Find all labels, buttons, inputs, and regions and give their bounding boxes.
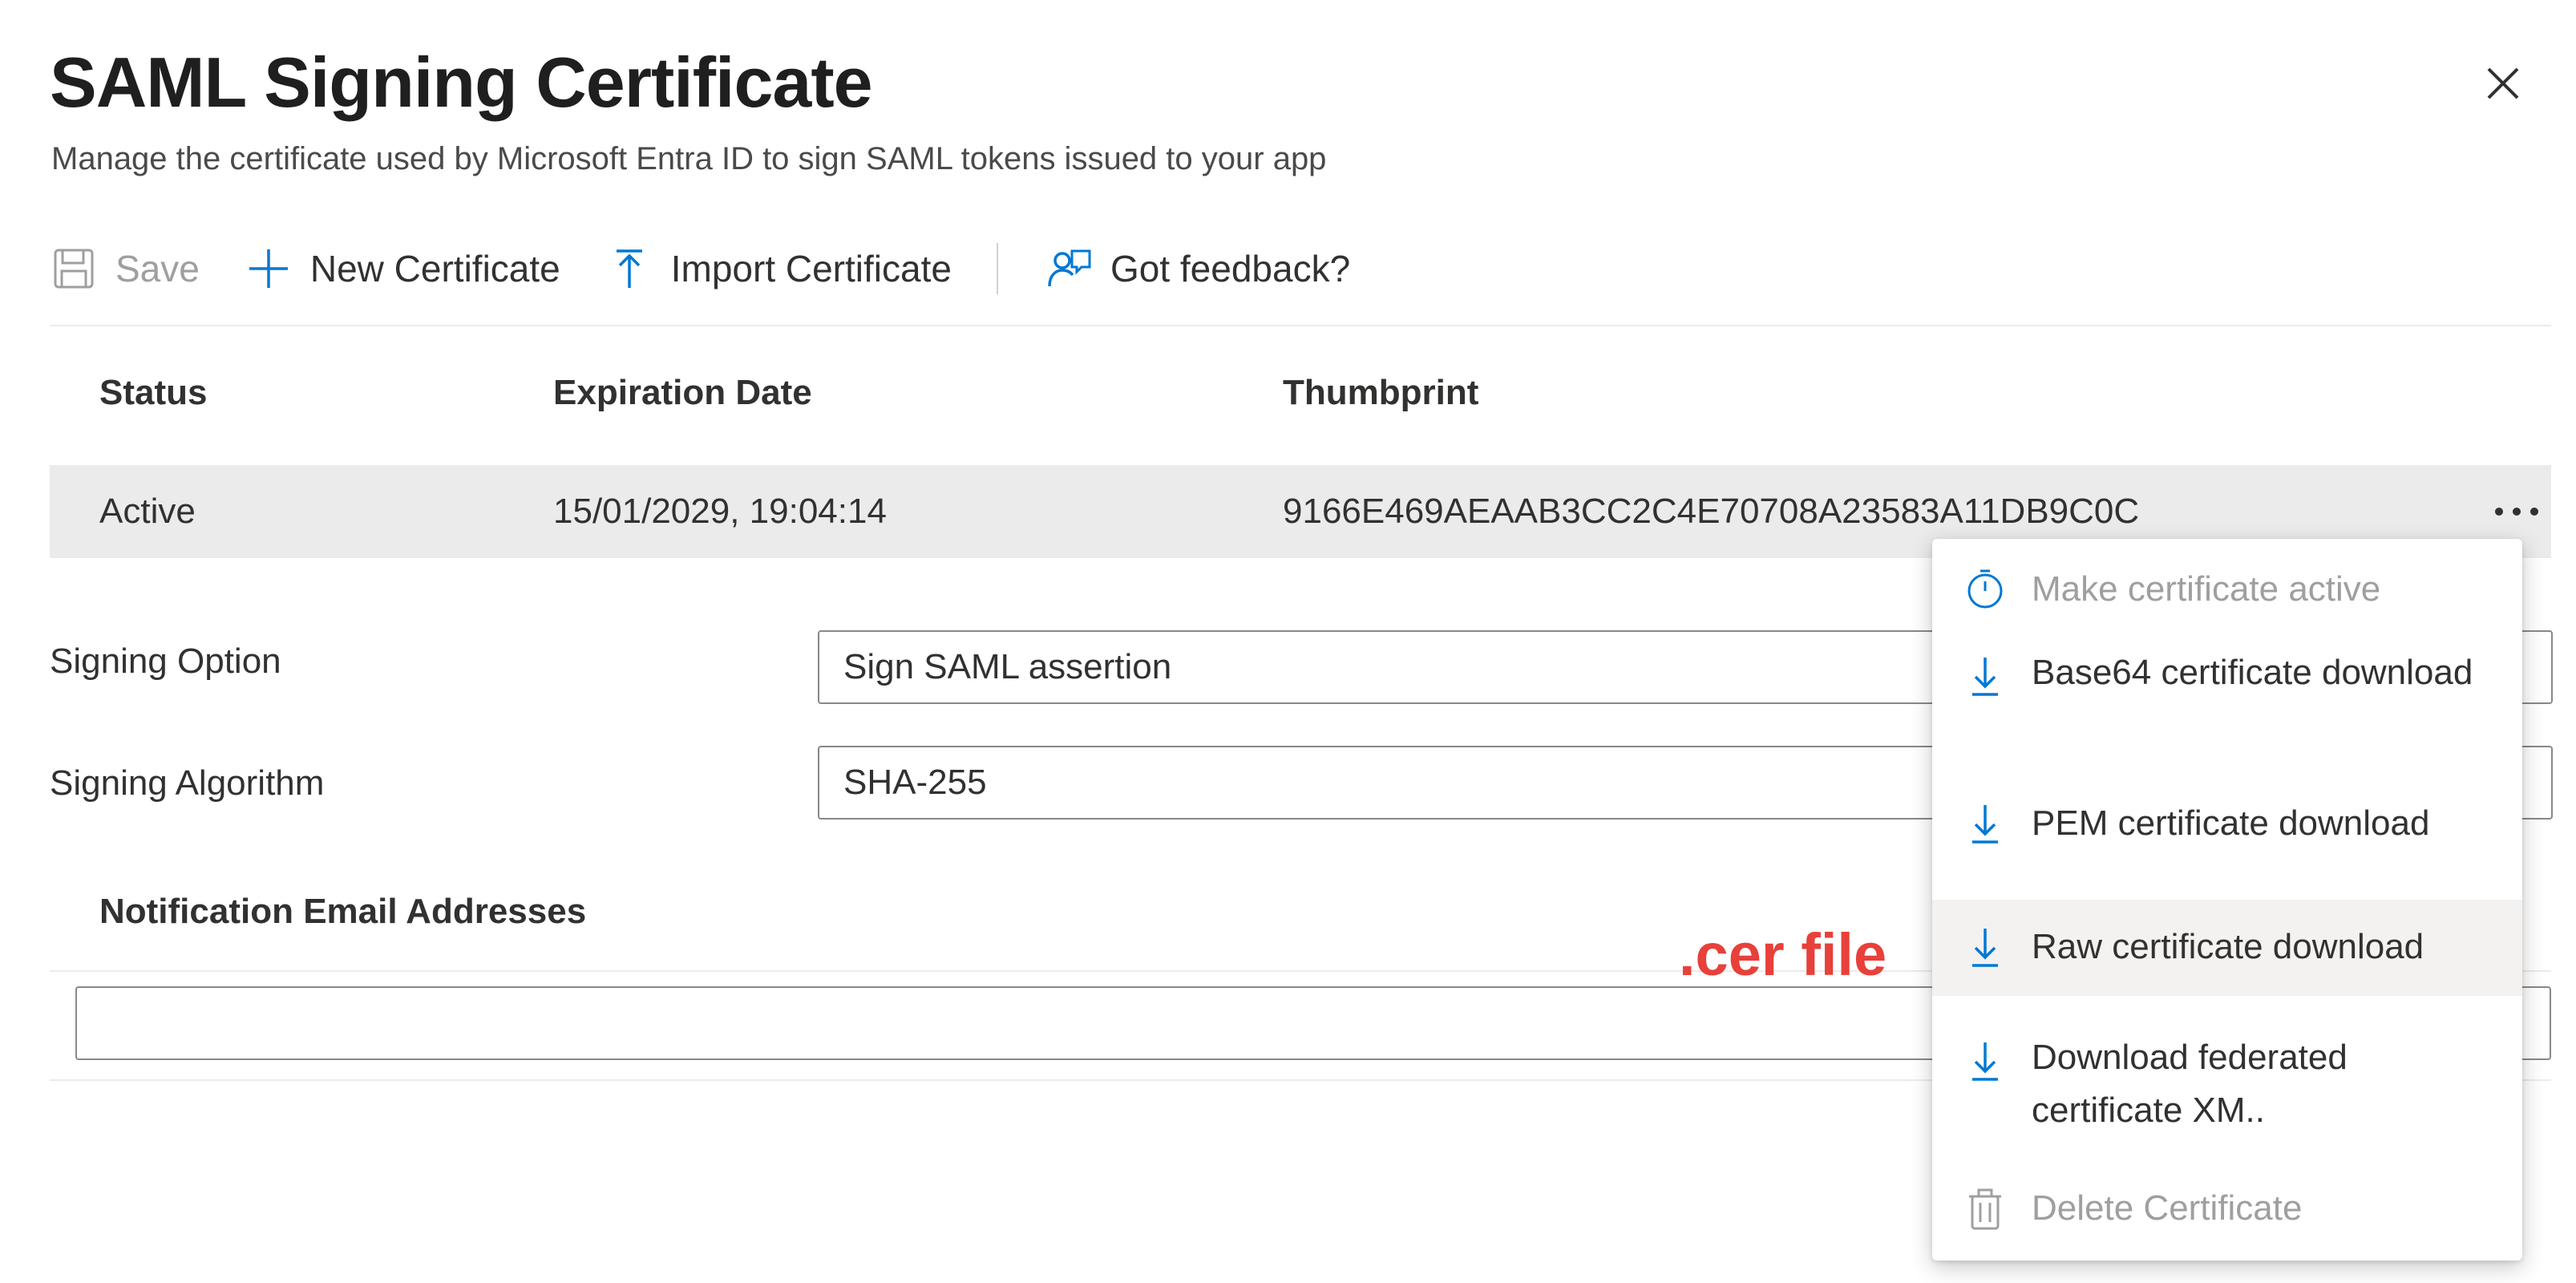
save-label: Save [115, 248, 200, 289]
column-header-thumbprint[interactable]: Thumbprint [1283, 353, 1478, 433]
signing-algorithm-value: SHA-255 [843, 763, 987, 802]
download-icon [1963, 802, 2008, 847]
menu-item-pem-download[interactable]: PEM certificate download [1932, 779, 2522, 869]
command-bar: Save New Certificate Import Certificate [50, 225, 2551, 313]
feedback-icon [1045, 245, 1093, 293]
cer-file-annotation: .cer file [1679, 921, 1887, 988]
menu-item-label: Delete Certificate [2032, 1188, 2303, 1228]
signing-option-label: Signing Option [50, 642, 281, 681]
menu-item-label: PEM certificate download [2032, 803, 2430, 843]
menu-item-label: Base64 certificate download [2032, 653, 2473, 692]
timer-icon [1963, 566, 2008, 611]
menu-item-label: Raw certificate download [2032, 927, 2424, 966]
upload-icon [605, 245, 653, 293]
menu-item-label: Make certificate active [2032, 569, 2381, 609]
menu-item-make-active[interactable]: Make certificate active [1932, 547, 2522, 632]
saml-signing-certificate-panel: SAML Signing Certificate Manage the cert… [0, 0, 2576, 1283]
certificate-context-menu: Make certificate active Base64 certifica… [1932, 539, 2522, 1261]
download-icon [1963, 1039, 2008, 1084]
more-actions-button[interactable] [2481, 480, 2553, 544]
signing-option-value: Sign SAML assertion [843, 647, 1172, 686]
more-icon [2495, 508, 2503, 516]
close-button[interactable] [2477, 58, 2529, 109]
plus-icon [245, 245, 293, 293]
menu-item-base64-download[interactable]: Base64 certificate download [1932, 635, 2522, 771]
menu-item-federated-xml-download[interactable]: Download federated certificate XM.. [1932, 1020, 2522, 1156]
download-icon [1963, 654, 2008, 699]
new-certificate-button[interactable]: New Certificate [245, 237, 560, 301]
toolbar-separator [996, 243, 998, 294]
page-subtitle: Manage the certificate used by Microsoft… [51, 141, 1327, 176]
notification-email-header: Notification Email Addresses [99, 892, 587, 931]
feedback-label: Got feedback? [1110, 248, 1351, 289]
feedback-button[interactable]: Got feedback? [1045, 237, 1350, 301]
page-title: SAML Signing Certificate [50, 42, 873, 122]
cell-expiration-date: 15/01/2029, 19:04:14 [553, 492, 887, 531]
menu-item-label: Download federated certificate XM.. [2032, 1038, 2348, 1130]
new-certificate-label: New Certificate [309, 248, 560, 289]
close-icon [2487, 67, 2519, 99]
toolbar-divider [50, 325, 2551, 326]
save-button[interactable]: Save [50, 237, 200, 301]
import-certificate-button[interactable]: Import Certificate [605, 237, 952, 301]
trash-icon [1963, 1187, 2008, 1232]
signing-algorithm-label: Signing Algorithm [50, 763, 325, 803]
save-icon [50, 245, 98, 293]
column-header-expiration-date[interactable]: Expiration Date [553, 353, 812, 433]
menu-item-delete-certificate[interactable]: Delete Certificate [1932, 1166, 2522, 1251]
download-icon [1963, 925, 2008, 970]
menu-item-raw-download[interactable]: Raw certificate download [1932, 900, 2522, 996]
column-header-status[interactable]: Status [99, 353, 207, 433]
import-certificate-label: Import Certificate [670, 248, 952, 289]
cell-status: Active [99, 492, 196, 531]
